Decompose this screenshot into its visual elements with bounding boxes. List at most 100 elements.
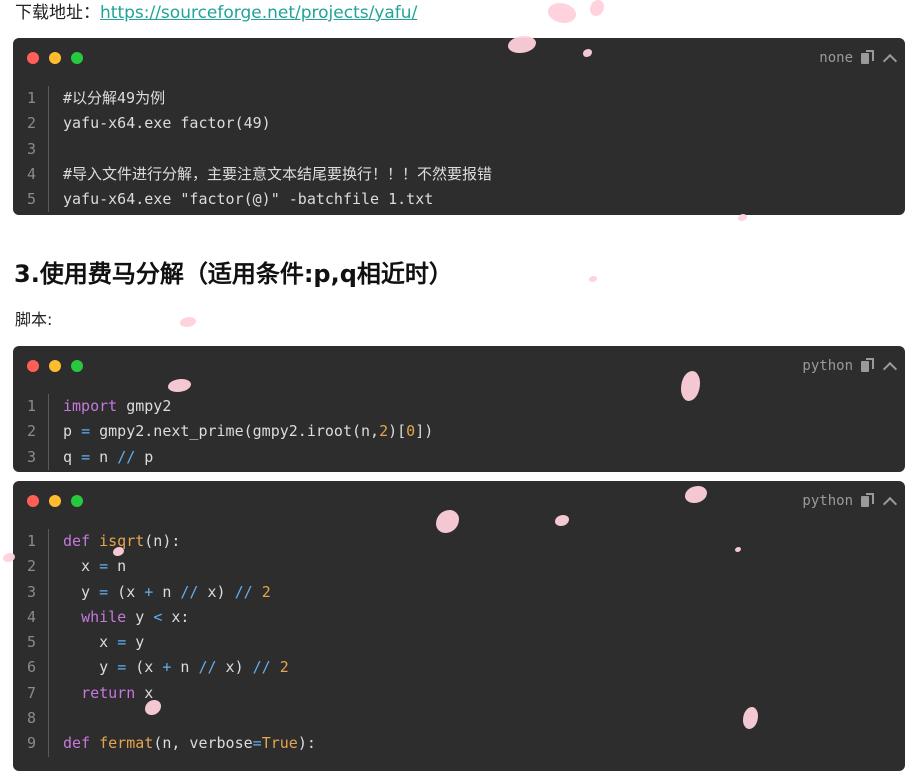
download-link[interactable]: https://sourceforge.net/projects/yafu/ (100, 3, 417, 23)
code-token: n (171, 658, 199, 677)
code-block-yafu: none 1 #以分解49为例 2 yafu-x64.exe factor(49) 3 4… (13, 38, 905, 215)
code-token: y (126, 607, 154, 626)
code-token: (n): (144, 532, 181, 550)
code-line: 1 import gmpy2 (13, 394, 905, 420)
line-number: 6 (13, 655, 49, 681)
code-token: (n, verbose (153, 734, 253, 753)
code-meta: none (819, 48, 897, 68)
line-number: 3 (13, 136, 49, 162)
code-token: = (99, 557, 109, 576)
code-line: 2 x = n (13, 554, 905, 580)
line-number: 2 (13, 554, 49, 580)
code-token: ]) (415, 422, 434, 441)
code-token: = (81, 422, 91, 441)
code-token: y (63, 582, 100, 601)
close-dot-icon (27, 495, 39, 507)
copy-icon[interactable] (859, 358, 875, 374)
code-line: 3 (13, 136, 905, 162)
code-block-gmpy2: python 1 import gmpy2 2 p = gmpy2.next_prim… (13, 346, 905, 472)
line-number: 1 (13, 529, 49, 555)
minimize-dot-icon (49, 495, 61, 507)
code-language-label: none (819, 50, 853, 66)
code-token: = (117, 633, 127, 652)
copy-icon[interactable] (859, 493, 875, 509)
code-token: )[ (388, 422, 407, 441)
chevron-up-icon[interactable] (881, 50, 897, 66)
section-heading: 3.使用费马分解（适用条件:p,q相近时） (14, 260, 453, 288)
code-token: = (252, 734, 262, 753)
code-text: x = y (49, 630, 144, 655)
line-number: 2 (13, 111, 49, 137)
line-number: 5 (13, 630, 49, 656)
code-meta: python (802, 491, 897, 511)
download-line: 下载地址：https://sourceforge.net/projects/ya… (15, 2, 417, 24)
code-token: x (63, 633, 118, 652)
code-text: q = n // p (49, 445, 153, 470)
code-token: yafu-x64.exe "factor(@)" -batchfile 1.tx… (63, 190, 434, 209)
code-text: while y < x: (49, 605, 189, 630)
code-line: 1 #以分解49为例 (13, 86, 905, 112)
code-text: x = n (49, 554, 126, 579)
code-body: 1 import gmpy2 2 p = gmpy2.next_prime(gmpy2… (13, 386, 905, 470)
line-number: 4 (13, 604, 49, 631)
code-language-label: python (802, 493, 853, 509)
code-token: x (135, 683, 154, 702)
petal-decoration (180, 317, 196, 327)
maximize-dot-icon (71, 495, 83, 507)
code-token: x (63, 557, 100, 576)
petal-decoration (590, 0, 604, 16)
code-token: n (153, 582, 181, 601)
code-block-fermat: python 1 def isqrt(n): 2 x = n3 y = (x + n… (13, 481, 905, 771)
line-number: 8 (13, 706, 49, 732)
code-text: def fermat(n, verbose=True): (49, 731, 316, 756)
code-token: q (63, 447, 82, 466)
code-token: // (234, 582, 253, 601)
code-token: x) (216, 658, 253, 677)
code-token: x: (162, 607, 190, 626)
code-token: + (144, 582, 154, 601)
maximize-dot-icon (71, 52, 83, 64)
code-token: while (81, 607, 127, 626)
code-token: // (117, 447, 136, 466)
code-line: 6 y = (x + n // x) // 2 (13, 655, 905, 681)
code-token: 2 (279, 658, 289, 677)
code-line: 3q = n // p (13, 444, 905, 470)
petal-decoration (545, 0, 579, 28)
code-token: (x (126, 658, 163, 677)
code-line: 9 def fermat(n, verbose=True): (13, 731, 905, 757)
code-header: python (13, 481, 905, 521)
code-header: python (13, 346, 905, 386)
petal-decoration (738, 214, 747, 221)
code-line: 1 def isqrt(n): (13, 529, 905, 555)
code-line: 2p = gmpy2.next_prime(gmpy2.iroot(n,2)[0… (13, 419, 905, 445)
code-text: p = gmpy2.next_prime(gmpy2.iroot(n,2)[0]… (49, 419, 433, 444)
code-token: (x (108, 582, 145, 601)
code-language-label: python (802, 358, 853, 374)
code-token: n (108, 557, 127, 576)
copy-icon[interactable] (859, 50, 875, 66)
code-line: 2 yafu-x64.exe factor(49) (13, 111, 905, 137)
code-token: 0 (406, 422, 416, 441)
line-number: 3 (13, 579, 49, 605)
code-token: = (117, 658, 127, 677)
minimize-dot-icon (49, 360, 61, 372)
petal-decoration (589, 276, 597, 282)
code-text: y = (x + n // x) // 2 (49, 580, 271, 605)
code-token: < (153, 607, 163, 626)
chevron-up-icon[interactable] (881, 493, 897, 509)
close-dot-icon (27, 52, 39, 64)
script-label: 脚本: (15, 310, 53, 329)
code-body: 1 #以分解49为例 2 yafu-x64.exe factor(49) 3 4 #导入文件… (13, 78, 905, 213)
code-token: // (252, 658, 271, 677)
code-line: 5 yafu-x64.exe "factor(@)" -batchfile 1.t… (13, 187, 905, 213)
line-number: 1 (13, 86, 49, 112)
code-text: import gmpy2 (49, 394, 171, 419)
chevron-up-icon[interactable] (881, 358, 897, 374)
code-header: none (13, 38, 905, 78)
code-token: gmpy2.next_prime(gmpy2.iroot(n, (90, 422, 380, 441)
line-number: 3 (13, 444, 49, 470)
